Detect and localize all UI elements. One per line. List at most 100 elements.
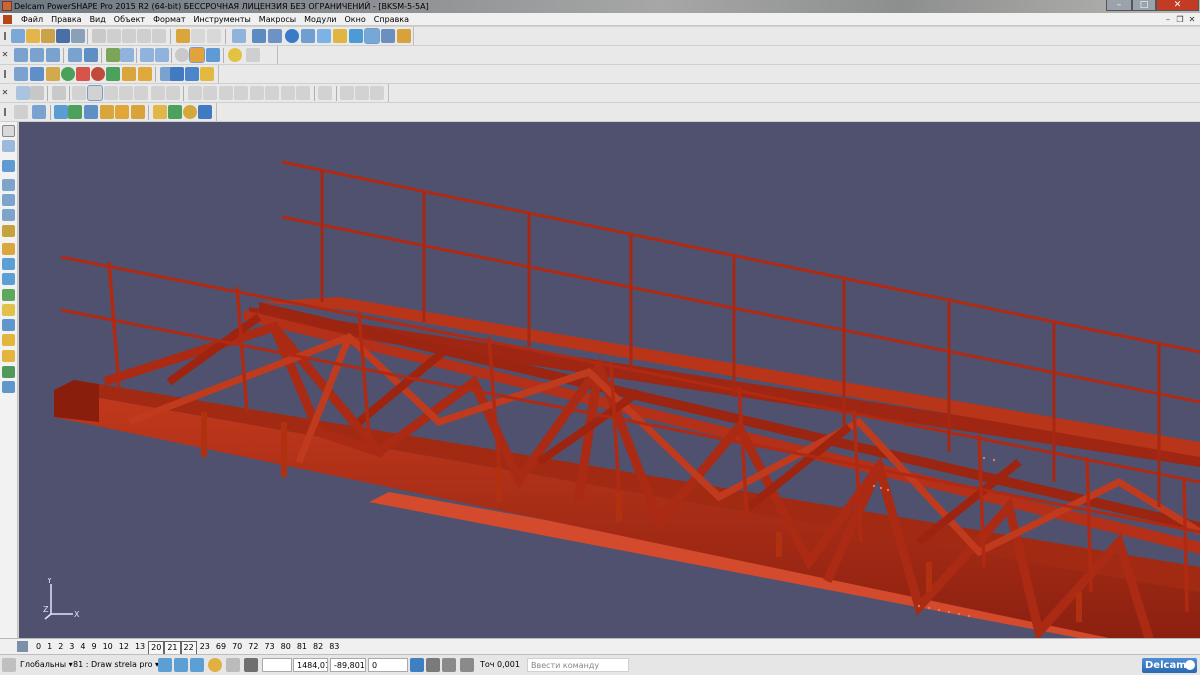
line-icon[interactable] bbox=[268, 29, 282, 43]
zoom-in-icon[interactable] bbox=[140, 48, 154, 62]
level-item[interactable]: 13 bbox=[132, 639, 148, 655]
doc-minimize-button[interactable]: – bbox=[1162, 14, 1174, 25]
menu-format[interactable]: Формат bbox=[149, 13, 189, 26]
toolbar-close-icon[interactable]: ✕ bbox=[1, 48, 9, 62]
repeat-icon[interactable] bbox=[207, 29, 221, 43]
sheet-icon[interactable] bbox=[30, 67, 44, 81]
curve-icon[interactable] bbox=[301, 29, 315, 43]
check-icon[interactable] bbox=[168, 105, 182, 119]
trim-icon[interactable] bbox=[296, 86, 310, 100]
render-icon[interactable] bbox=[2, 334, 15, 346]
wireframe-mode-icon[interactable] bbox=[2, 160, 15, 172]
surface-mode-icon[interactable] bbox=[2, 179, 15, 191]
open-recent-icon[interactable] bbox=[41, 29, 55, 43]
tooling-icon[interactable] bbox=[2, 273, 15, 285]
menu-help[interactable]: Справка bbox=[370, 13, 413, 26]
extrude-icon[interactable] bbox=[106, 67, 120, 81]
menu-macros[interactable]: Макросы bbox=[255, 13, 300, 26]
coordinate-mode-select[interactable]: Глобальны ▾ bbox=[20, 658, 73, 672]
cut-icon[interactable] bbox=[92, 29, 106, 43]
open-file-icon[interactable] bbox=[26, 29, 40, 43]
cone-icon[interactable] bbox=[76, 67, 90, 81]
offset-icon[interactable] bbox=[72, 86, 86, 100]
paste-special-icon[interactable] bbox=[137, 29, 151, 43]
y-coordinate-field[interactable]: -89,801 bbox=[330, 658, 366, 672]
level-item[interactable]: 20 bbox=[148, 641, 165, 655]
menu-modules[interactable]: Модули bbox=[300, 13, 340, 26]
draft-icon[interactable] bbox=[219, 86, 233, 100]
level-item[interactable]: 0 bbox=[33, 639, 44, 655]
direction-icon[interactable] bbox=[198, 105, 212, 119]
blend-icon[interactable] bbox=[84, 105, 98, 119]
calculator-icon[interactable] bbox=[426, 658, 440, 672]
mirror-icon[interactable] bbox=[104, 86, 118, 100]
save-icon[interactable] bbox=[56, 29, 70, 43]
sweep-icon[interactable] bbox=[54, 105, 68, 119]
level-item[interactable]: 81 bbox=[294, 639, 310, 655]
select-icon[interactable] bbox=[232, 29, 246, 43]
patch-icon[interactable] bbox=[100, 105, 114, 119]
close-button[interactable]: ✕ bbox=[1156, 0, 1199, 11]
pattern-icon[interactable] bbox=[318, 86, 332, 100]
level-item[interactable]: 4 bbox=[77, 639, 88, 655]
loft-icon[interactable] bbox=[68, 105, 82, 119]
level-item[interactable]: 9 bbox=[88, 639, 99, 655]
toolbar-close-icon[interactable]: ✕ bbox=[1, 86, 9, 100]
copy-icon[interactable] bbox=[107, 29, 121, 43]
analysis-icon[interactable] bbox=[153, 105, 167, 119]
graphics-viewport[interactable]: Y X Z bbox=[19, 122, 1200, 638]
scale-icon[interactable] bbox=[151, 86, 165, 100]
solid-icon[interactable] bbox=[364, 28, 380, 44]
paste-icon[interactable] bbox=[122, 29, 136, 43]
globe-icon[interactable] bbox=[175, 48, 189, 62]
material-left-icon[interactable] bbox=[2, 350, 15, 362]
menu-file[interactable]: Файл bbox=[17, 13, 47, 26]
snap-mode-icon[interactable] bbox=[174, 658, 188, 672]
tree-icon[interactable] bbox=[185, 67, 199, 81]
wireframe-icon[interactable] bbox=[206, 48, 220, 62]
tolerance-value[interactable]: 0,001 bbox=[497, 658, 520, 672]
intelligent-cursor-icon[interactable] bbox=[190, 658, 204, 672]
torus-icon[interactable] bbox=[91, 67, 105, 81]
app-icon[interactable] bbox=[2, 1, 12, 11]
lock-icon[interactable] bbox=[208, 658, 222, 672]
sheet-metal-icon[interactable] bbox=[2, 258, 15, 270]
cut-solid-icon[interactable] bbox=[265, 86, 279, 100]
view-top-icon[interactable] bbox=[14, 48, 28, 62]
split-icon[interactable] bbox=[281, 86, 295, 100]
menu-window[interactable]: Окно bbox=[341, 13, 370, 26]
menu-view[interactable]: Вид bbox=[86, 13, 110, 26]
position-icon[interactable] bbox=[442, 658, 456, 672]
z-coordinate-field[interactable]: 0 bbox=[368, 658, 408, 672]
shaded-icon[interactable] bbox=[189, 47, 205, 63]
light-icon[interactable] bbox=[228, 48, 242, 62]
level-item[interactable]: 10 bbox=[100, 639, 116, 655]
tools-icon[interactable] bbox=[397, 29, 411, 43]
level-item[interactable]: 3 bbox=[66, 639, 77, 655]
rotate-icon[interactable] bbox=[106, 48, 120, 62]
view-front-icon[interactable] bbox=[30, 48, 44, 62]
view-right-icon[interactable] bbox=[46, 48, 60, 62]
minimize-button[interactable]: – bbox=[1106, 0, 1132, 11]
level-select[interactable]: 81 : Draw strela pro ▾ bbox=[73, 658, 159, 672]
fill-icon[interactable] bbox=[115, 105, 129, 119]
link-icon[interactable] bbox=[340, 86, 354, 100]
block-icon[interactable] bbox=[14, 67, 28, 81]
redo-icon[interactable] bbox=[191, 29, 205, 43]
fillet-icon[interactable] bbox=[188, 86, 202, 100]
x-coordinate-field[interactable]: 1484,01 bbox=[293, 658, 328, 672]
circle-icon[interactable] bbox=[285, 29, 299, 43]
levels-icon[interactable] bbox=[17, 641, 28, 652]
measure-icon[interactable] bbox=[252, 29, 266, 43]
level-item[interactable]: 1 bbox=[44, 639, 55, 655]
solid-mode-icon[interactable] bbox=[2, 194, 15, 206]
grid-icon[interactable] bbox=[244, 658, 258, 672]
level-item[interactable]: 83 bbox=[326, 639, 342, 655]
level-item[interactable]: 22 bbox=[180, 641, 197, 655]
delete-icon[interactable] bbox=[152, 29, 166, 43]
toolbar-grip[interactable]: ‖ bbox=[1, 29, 9, 43]
grid-field[interactable] bbox=[262, 658, 292, 672]
primitive-icon[interactable] bbox=[14, 105, 28, 119]
print-icon[interactable] bbox=[71, 29, 85, 43]
command-input[interactable] bbox=[527, 658, 629, 672]
